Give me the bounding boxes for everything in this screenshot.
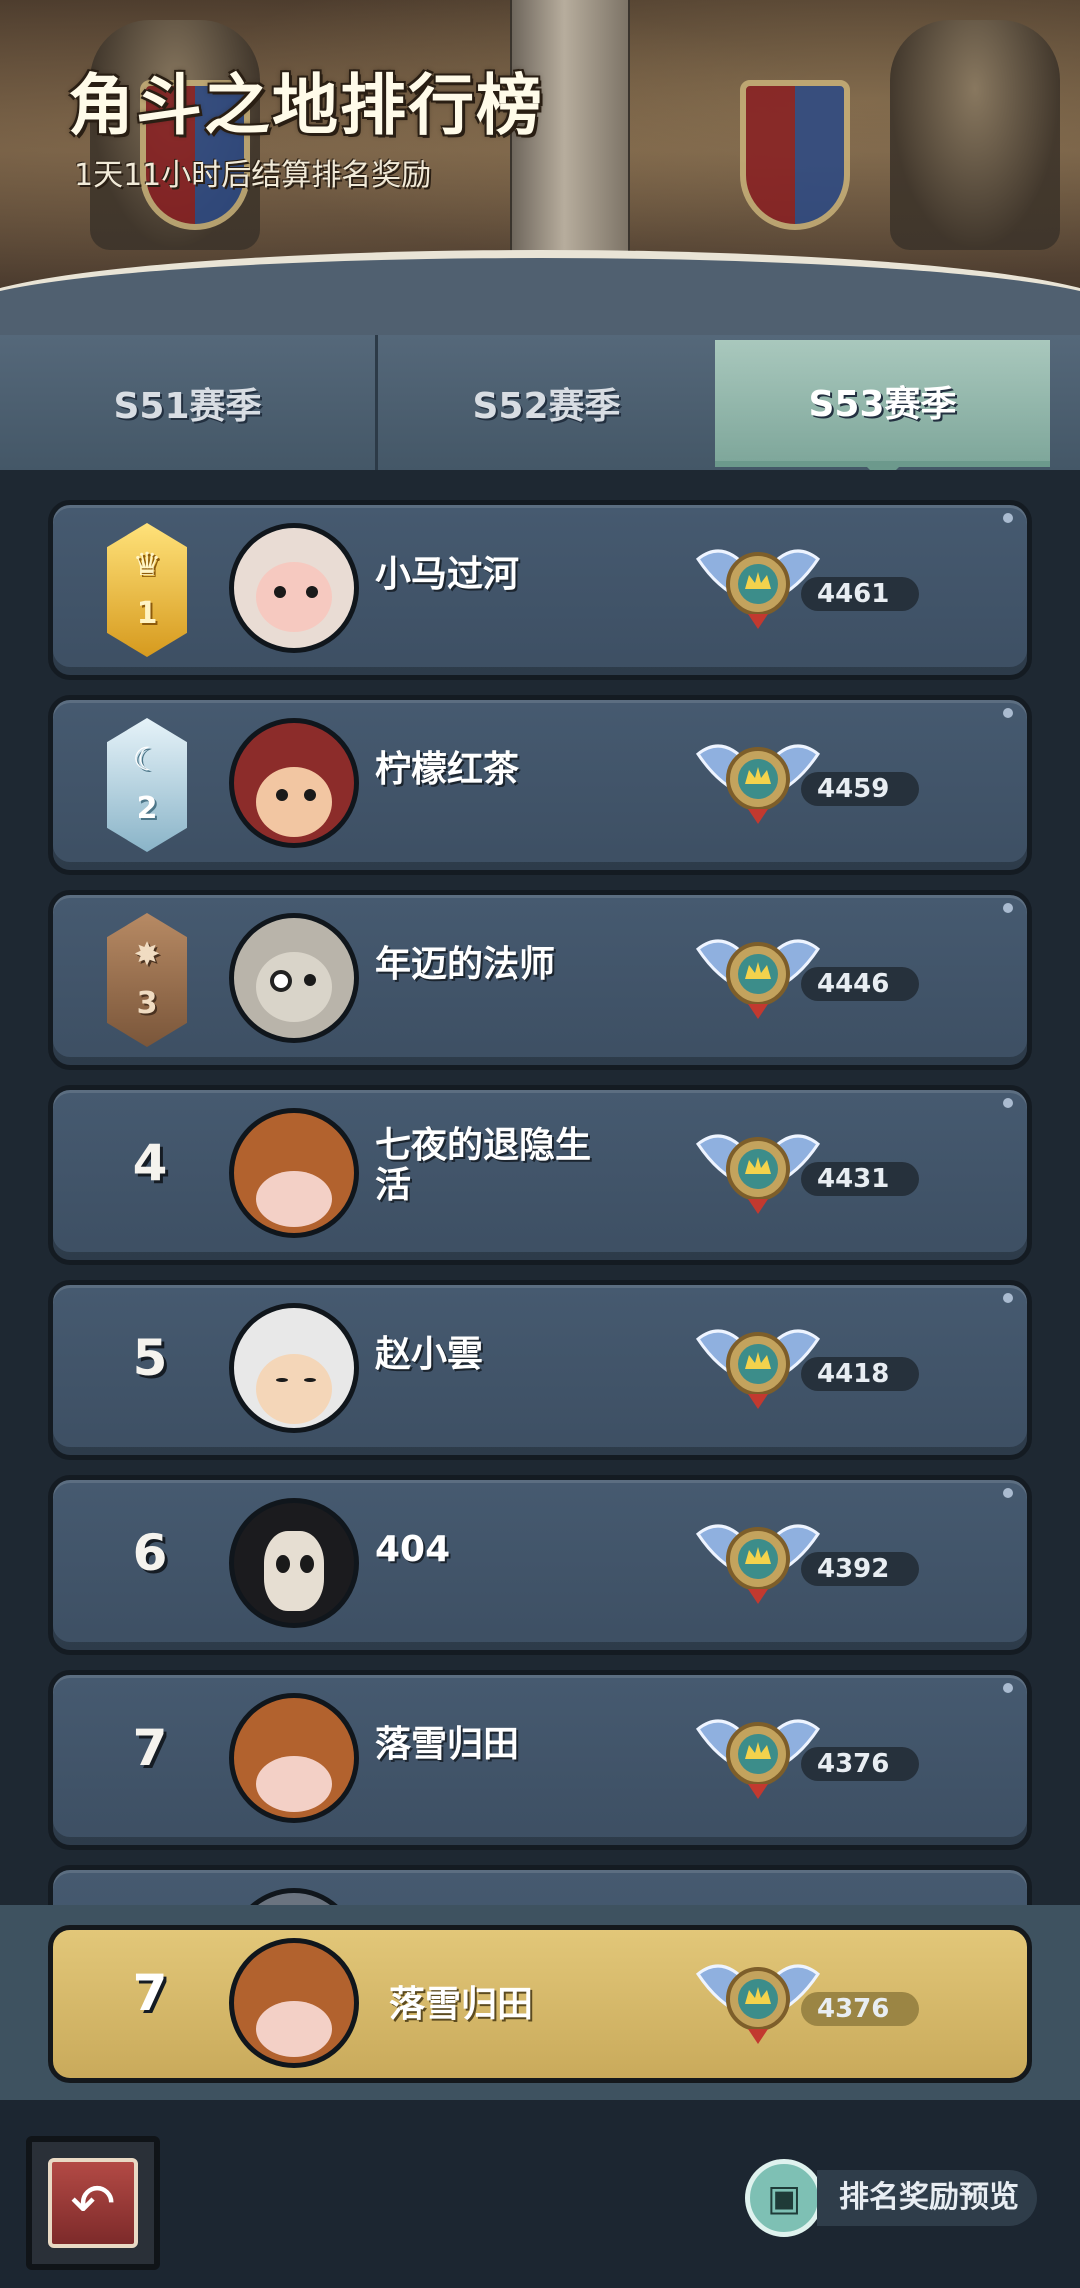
row-decoration	[1003, 1683, 1013, 1693]
row-decoration	[1003, 903, 1013, 913]
avatar-eye	[304, 789, 316, 801]
avatar-eye	[300, 1555, 314, 1573]
avatar-face	[256, 562, 332, 632]
ranking-row[interactable]: ☾ 2 柠檬红茶 4459	[48, 695, 1032, 875]
row-decoration	[1003, 513, 1013, 523]
ranking-row[interactable]	[48, 1865, 1032, 1905]
rank-number: 7	[132, 1719, 168, 1777]
avatar-eye	[270, 970, 292, 992]
avatar[interactable]	[229, 1693, 359, 1823]
avatar[interactable]	[229, 1498, 359, 1628]
tab-season-s53[interactable]: S53赛季	[715, 340, 1050, 483]
row-decoration	[1003, 1098, 1013, 1108]
player-name: 404	[375, 1529, 451, 1570]
knight-statue-right	[890, 20, 1060, 250]
reward-preview-label: 排名奖励预览	[817, 2170, 1037, 2226]
trophy-score: 4418	[801, 1357, 919, 1391]
player-name: 年迈的法师	[375, 944, 556, 985]
player-name: 赵小雲	[375, 1334, 484, 1375]
page-title: 角斗之地排行榜	[68, 67, 544, 144]
row-decoration	[1003, 1293, 1013, 1303]
avatar[interactable]	[229, 913, 359, 1043]
avatar-eye	[274, 586, 286, 598]
avatar-eye	[276, 1555, 290, 1573]
trophy-score: 4459	[801, 772, 919, 806]
player-name: 落雪归田	[375, 1724, 520, 1765]
avatar-face	[256, 767, 332, 837]
avatar[interactable]	[229, 1888, 359, 1905]
season-tabs: S51赛季 S52赛季 S53赛季	[0, 335, 1080, 483]
ranking-row[interactable]: ✸ 3 年迈的法师 4446	[48, 890, 1032, 1070]
trophy-score: 4446	[801, 967, 919, 1001]
back-arrow-icon: ↶	[48, 2158, 138, 2248]
my-rank-number: 7	[132, 1964, 168, 2022]
row-decoration	[1003, 708, 1013, 718]
rank-number: 1	[136, 596, 158, 631]
avatar-eye	[304, 1378, 316, 1382]
avatar-face	[256, 1756, 332, 1812]
header-banner: 角斗之地排行榜 1天11小时后结算排名奖励	[0, 0, 1080, 335]
ranking-list[interactable]: ♛ 1 小马过河 4461 ☾ 2 柠檬红茶 4459 ✸ 3 年迈的法师 44…	[0, 470, 1080, 1905]
tab-season-s52[interactable]: S52赛季	[375, 335, 715, 470]
shield-decoration-right	[740, 80, 850, 230]
avatar[interactable]	[229, 523, 359, 653]
crown-icon: ♛	[132, 545, 162, 583]
avatar[interactable]	[229, 718, 359, 848]
rank-number: 6	[132, 1524, 168, 1582]
avatar-face	[256, 1171, 332, 1227]
back-button[interactable]: ↶	[26, 2136, 160, 2270]
avatar-face	[256, 2001, 332, 2057]
trophy-score: 4392	[801, 1552, 919, 1586]
avatar-face	[256, 1354, 332, 1424]
ranking-row[interactable]: ♛ 1 小马过河 4461	[48, 500, 1032, 680]
settlement-countdown: 1天11小时后结算排名奖励	[74, 158, 432, 193]
player-name: 柠檬红茶	[375, 749, 520, 790]
avatar-eye	[276, 1378, 288, 1382]
gold-rank-badge-icon: ♛ 1	[107, 523, 187, 657]
rank-number: 3	[136, 986, 158, 1021]
reward-preview-button[interactable]: ▣ 排名奖励预览	[745, 2158, 1045, 2238]
bronze-rank-badge-icon: ✸ 3	[107, 913, 187, 1047]
player-name: 小马过河	[375, 554, 520, 595]
my-trophy-score: 4376	[801, 1992, 919, 2026]
tab-season-s51[interactable]: S51赛季	[0, 335, 375, 470]
ranking-row[interactable]: 7 落雪归田 4376	[48, 1670, 1032, 1850]
ranking-row[interactable]: 6 404 4392	[48, 1475, 1032, 1655]
avatar-face	[256, 952, 332, 1022]
avatar-eye	[306, 586, 318, 598]
rank-number: 2	[136, 791, 158, 826]
rank-number: 4	[132, 1134, 168, 1192]
moon-icon: ☾	[132, 740, 162, 778]
player-name: 七夜的退隐生活	[375, 1125, 592, 1206]
ranking-row[interactable]: 5 赵小雲 4418	[48, 1280, 1032, 1460]
avatar[interactable]	[229, 1303, 359, 1433]
avatar-eye	[276, 789, 288, 801]
silver-rank-badge-icon: ☾ 2	[107, 718, 187, 852]
avatar[interactable]	[229, 1108, 359, 1238]
my-player-name: 落雪归田	[389, 1984, 534, 2025]
treasure-chest-icon: ▣	[745, 2159, 823, 2237]
trophy-score: 4376	[801, 1747, 919, 1781]
avatar-eye	[304, 974, 316, 986]
my-avatar[interactable]	[229, 1938, 359, 2068]
trophy-score: 4461	[801, 577, 919, 611]
star-icon: ✸	[133, 935, 161, 973]
row-decoration	[1003, 1488, 1013, 1498]
trophy-score: 4431	[801, 1162, 919, 1196]
avatar-face	[264, 1531, 324, 1611]
rank-number: 5	[132, 1329, 168, 1387]
ranking-row[interactable]: 4 七夜的退隐生活 4431	[48, 1085, 1032, 1265]
my-rank-row[interactable]: 7 落雪归田 4376	[48, 1925, 1032, 2083]
header-divider	[0, 250, 1080, 335]
